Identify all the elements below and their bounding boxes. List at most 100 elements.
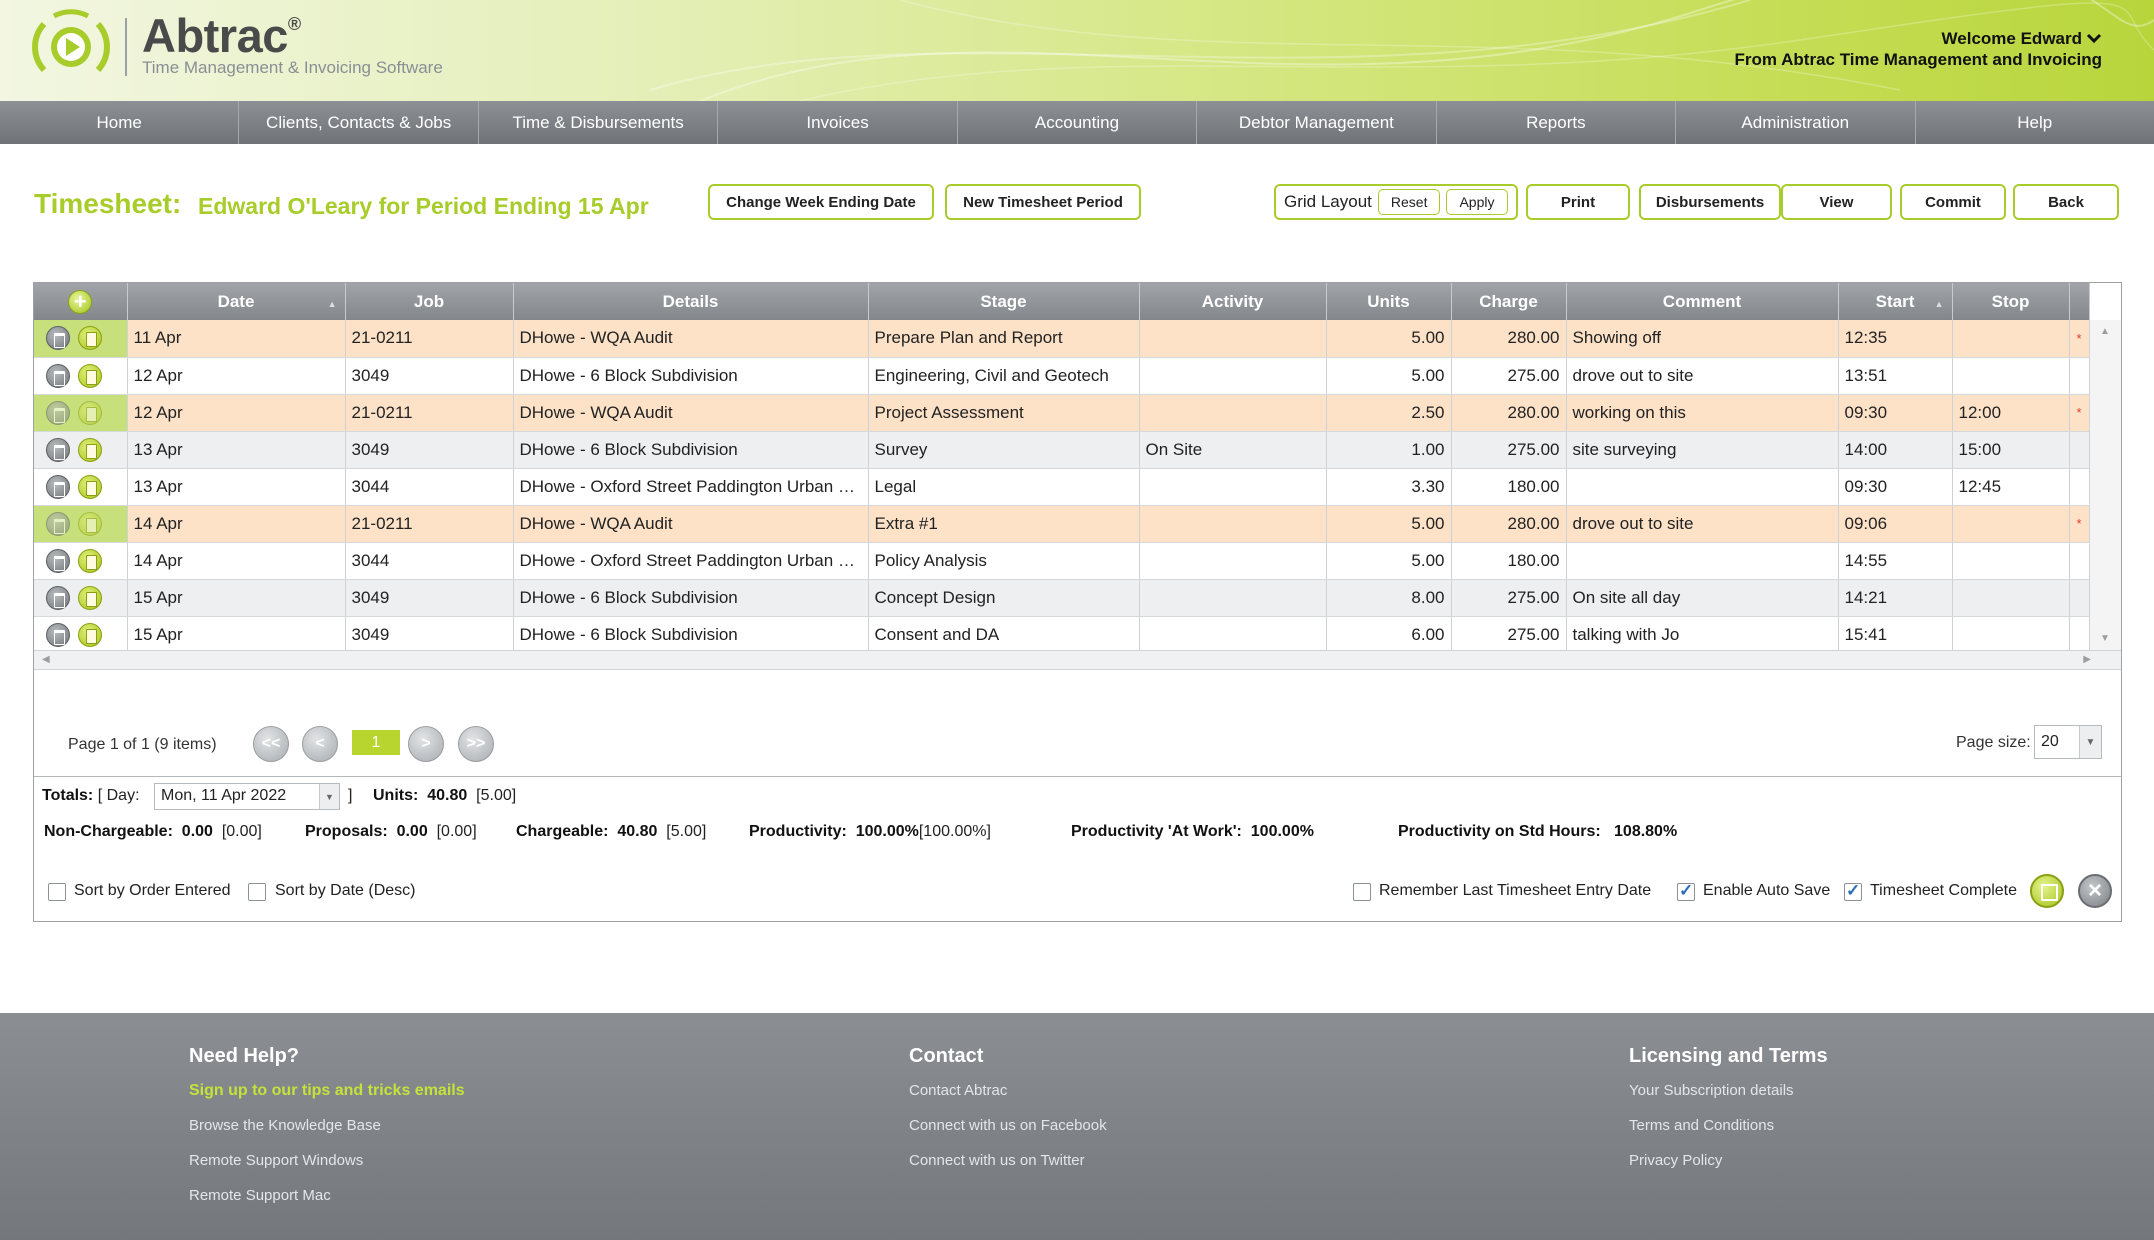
nav-home[interactable]: Home <box>0 101 240 144</box>
nav-clients-contacts-jobs[interactable]: Clients, Contacts & Jobs <box>239 101 479 144</box>
cell-units[interactable]: 8.00 <box>1326 579 1452 617</box>
cell-start[interactable]: 09:30 <box>1838 394 1953 432</box>
cell-details[interactable]: DHowe - WQA Audit <box>513 320 869 358</box>
footer-link-tips-emails[interactable]: Sign up to our tips and tricks emails <box>189 1082 465 1117</box>
cell-stop[interactable]: 12:00 <box>1952 394 2070 432</box>
table-row[interactable]: 12 Apr 3049 DHowe - 6 Block Subdivision Eng… <box>34 357 2090 395</box>
prev-page-button[interactable]: < <box>302 726 338 762</box>
notes-icon[interactable] <box>78 585 102 610</box>
cell-stage[interactable]: Engineering, Civil and Geotech <box>868 357 1140 395</box>
nav-help[interactable]: Help <box>1916 101 2154 144</box>
cell-start[interactable]: 09:06 <box>1838 505 1953 543</box>
delete-row-icon[interactable] <box>46 474 70 499</box>
nav-debtor-management[interactable]: Debtor Management <box>1197 101 1437 144</box>
sort-date-checkbox[interactable] <box>248 883 266 901</box>
cell-comment[interactable]: drove out to site <box>1566 505 1839 543</box>
cell-stop[interactable] <box>1952 616 2070 654</box>
cell-date[interactable]: 12 Apr <box>127 394 346 432</box>
cell-comment[interactable]: Showing off <box>1566 320 1839 358</box>
nav-administration[interactable]: Administration <box>1676 101 1916 144</box>
cell-activity[interactable] <box>1139 394 1327 432</box>
notes-icon[interactable] <box>78 548 102 573</box>
cell-stage[interactable]: Survey <box>868 431 1140 469</box>
cell-units[interactable]: 5.00 <box>1326 505 1452 543</box>
cell-activity[interactable] <box>1139 320 1327 358</box>
vertical-scrollbar[interactable]: ▲ ▼ <box>2089 320 2121 650</box>
cell-activity[interactable] <box>1139 579 1327 617</box>
cell-charge[interactable]: 275.00 <box>1451 357 1567 395</box>
cell-details[interactable]: DHowe - 6 Block Subdivision <box>513 579 869 617</box>
notes-icon[interactable] <box>78 437 102 462</box>
delete-row-icon[interactable] <box>46 437 70 462</box>
cell-stop[interactable]: 15:00 <box>1952 431 2070 469</box>
timesheet-complete-checkbox[interactable] <box>1844 881 1862 901</box>
last-page-button[interactable]: >> <box>458 726 494 762</box>
cell-start[interactable]: 13:51 <box>1838 357 1953 395</box>
notes-icon[interactable] <box>78 474 102 499</box>
cell-charge[interactable]: 280.00 <box>1451 320 1567 358</box>
commit-button[interactable]: Commit <box>1900 184 2006 220</box>
scroll-right-icon[interactable]: ▶ <box>2083 654 2091 665</box>
table-row[interactable]: 13 Apr 3049 DHowe - 6 Block Subdivision Sur… <box>34 431 2090 469</box>
cell-details[interactable]: DHowe - Oxford Street Paddington Urban D… <box>513 468 869 506</box>
auto-save-checkbox[interactable] <box>1677 881 1695 901</box>
cell-date[interactable]: 12 Apr <box>127 357 346 395</box>
add-row-header[interactable]: + <box>34 283 128 320</box>
cell-comment[interactable]: site surveying <box>1566 431 1839 469</box>
table-row[interactable]: 14 Apr 21-0211 DHowe - WQA Audit Extra #1 5.… <box>34 505 2090 543</box>
cell-job[interactable]: 3049 <box>345 431 514 469</box>
cell-activity[interactable] <box>1139 468 1327 506</box>
cell-charge[interactable]: 180.00 <box>1451 468 1567 506</box>
table-row[interactable]: 15 Apr 3049 DHowe - 6 Block Subdivision Con… <box>34 616 2090 654</box>
cell-details[interactable]: DHowe - 6 Block Subdivision <box>513 431 869 469</box>
change-week-ending-button[interactable]: Change Week Ending Date <box>708 184 934 220</box>
cell-details[interactable]: DHowe - WQA Audit <box>513 394 869 432</box>
back-button[interactable]: Back <box>2013 184 2119 220</box>
col-stop[interactable]: Stop <box>1952 283 2070 320</box>
cell-comment[interactable]: On site all day <box>1566 579 1839 617</box>
cell-units[interactable]: 5.00 <box>1326 357 1452 395</box>
cell-date[interactable]: 15 Apr <box>127 579 346 617</box>
footer-link-terms[interactable]: Terms and Conditions <box>1629 1117 1828 1152</box>
delete-row-icon[interactable] <box>46 511 70 536</box>
page-size-select[interactable]: 20 ▼ <box>2034 725 2102 759</box>
col-details[interactable]: Details <box>513 283 869 320</box>
view-button[interactable]: View <box>1781 184 1892 220</box>
footer-link-twitter[interactable]: Connect with us on Twitter <box>909 1152 1107 1187</box>
cell-stage[interactable]: Legal <box>868 468 1140 506</box>
table-row[interactable]: 11 Apr 21-0211 DHowe - WQA Audit Prepare Pl… <box>34 320 2090 358</box>
cell-charge[interactable]: 180.00 <box>1451 542 1567 580</box>
cell-stop[interactable] <box>1952 542 2070 580</box>
cell-stop[interactable] <box>1952 357 2070 395</box>
cell-activity[interactable] <box>1139 357 1327 395</box>
chevron-down-icon[interactable] <box>2086 28 2102 49</box>
delete-row-icon[interactable] <box>46 585 70 610</box>
cell-date[interactable]: 14 Apr <box>127 542 346 580</box>
nav-invoices[interactable]: Invoices <box>718 101 958 144</box>
col-start[interactable]: Start ▲ <box>1838 283 1953 320</box>
footer-link-facebook[interactable]: Connect with us on Facebook <box>909 1117 1107 1152</box>
cell-charge[interactable]: 275.00 <box>1451 579 1567 617</box>
cell-details[interactable]: DHowe - 6 Block Subdivision <box>513 616 869 654</box>
notes-icon[interactable] <box>78 326 102 351</box>
cell-job[interactable]: 21-0211 <box>345 320 514 358</box>
cell-job[interactable]: 21-0211 <box>345 505 514 543</box>
cell-stage[interactable]: Concept Design <box>868 579 1140 617</box>
delete-row-icon[interactable] <box>46 363 70 388</box>
cell-job[interactable]: 3049 <box>345 357 514 395</box>
cell-comment[interactable]: drove out to site <box>1566 357 1839 395</box>
cell-start[interactable]: 14:21 <box>1838 579 1953 617</box>
cell-date[interactable]: 15 Apr <box>127 616 346 654</box>
cell-start[interactable]: 12:35 <box>1838 320 1953 358</box>
cell-start[interactable]: 14:00 <box>1838 431 1953 469</box>
cell-stop[interactable] <box>1952 579 2070 617</box>
cell-comment[interactable] <box>1566 468 1839 506</box>
cell-start[interactable]: 09:30 <box>1838 468 1953 506</box>
footer-link-remote-mac[interactable]: Remote Support Mac <box>189 1187 465 1222</box>
cell-units[interactable]: 5.00 <box>1326 542 1452 580</box>
notes-icon[interactable] <box>78 511 102 536</box>
sort-order-checkbox[interactable] <box>48 883 66 901</box>
delete-row-icon[interactable] <box>46 622 70 647</box>
cell-date[interactable]: 13 Apr <box>127 468 346 506</box>
cell-units[interactable]: 3.30 <box>1326 468 1452 506</box>
